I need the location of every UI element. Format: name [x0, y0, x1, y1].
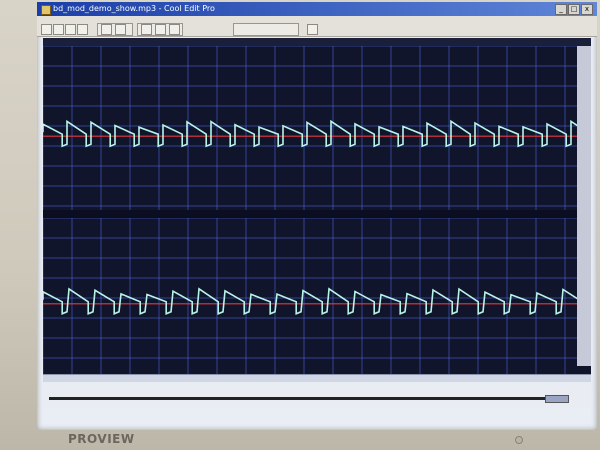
monitor-bezel: bd_mod_demo_show.mp3 - Cool Edit Pro _ □… [0, 0, 600, 450]
amplitude-scale [577, 46, 591, 366]
app-icon [41, 5, 51, 15]
horizontal-scrollbar[interactable] [49, 397, 545, 400]
waveform-canvas[interactable] [43, 46, 577, 374]
monitor-brand-logo: PROVIEW [68, 432, 135, 446]
close-button[interactable]: x [581, 4, 593, 15]
zoom-icon[interactable] [307, 24, 318, 35]
window-title: bd_mod_demo_show.mp3 - Cool Edit Pro [53, 4, 215, 13]
print-icon[interactable] [77, 24, 88, 35]
title-bar[interactable]: bd_mod_demo_show.mp3 - Cool Edit Pro _ □… [37, 2, 597, 16]
transport-tool-group [233, 23, 299, 36]
new-icon[interactable] [41, 24, 52, 35]
transport-panel [43, 382, 591, 408]
open-icon[interactable] [53, 24, 64, 35]
mix-icon[interactable] [169, 24, 180, 35]
scrollbar-thumb[interactable] [545, 395, 569, 403]
cut-icon[interactable] [115, 24, 126, 35]
window-controls: _ □ x [555, 4, 593, 15]
paste-icon[interactable] [155, 24, 166, 35]
waveform-display[interactable] [43, 38, 591, 374]
copy-icon[interactable] [141, 24, 152, 35]
channel-divider [43, 210, 577, 218]
toolbar [37, 22, 597, 37]
maximize-button[interactable]: □ [568, 4, 580, 15]
undo-icon[interactable] [101, 24, 112, 35]
save-icon[interactable] [65, 24, 76, 35]
power-button[interactable] [515, 436, 523, 444]
minimize-button[interactable]: _ [555, 4, 567, 15]
screen: bd_mod_demo_show.mp3 - Cool Edit Pro _ □… [37, 2, 597, 430]
